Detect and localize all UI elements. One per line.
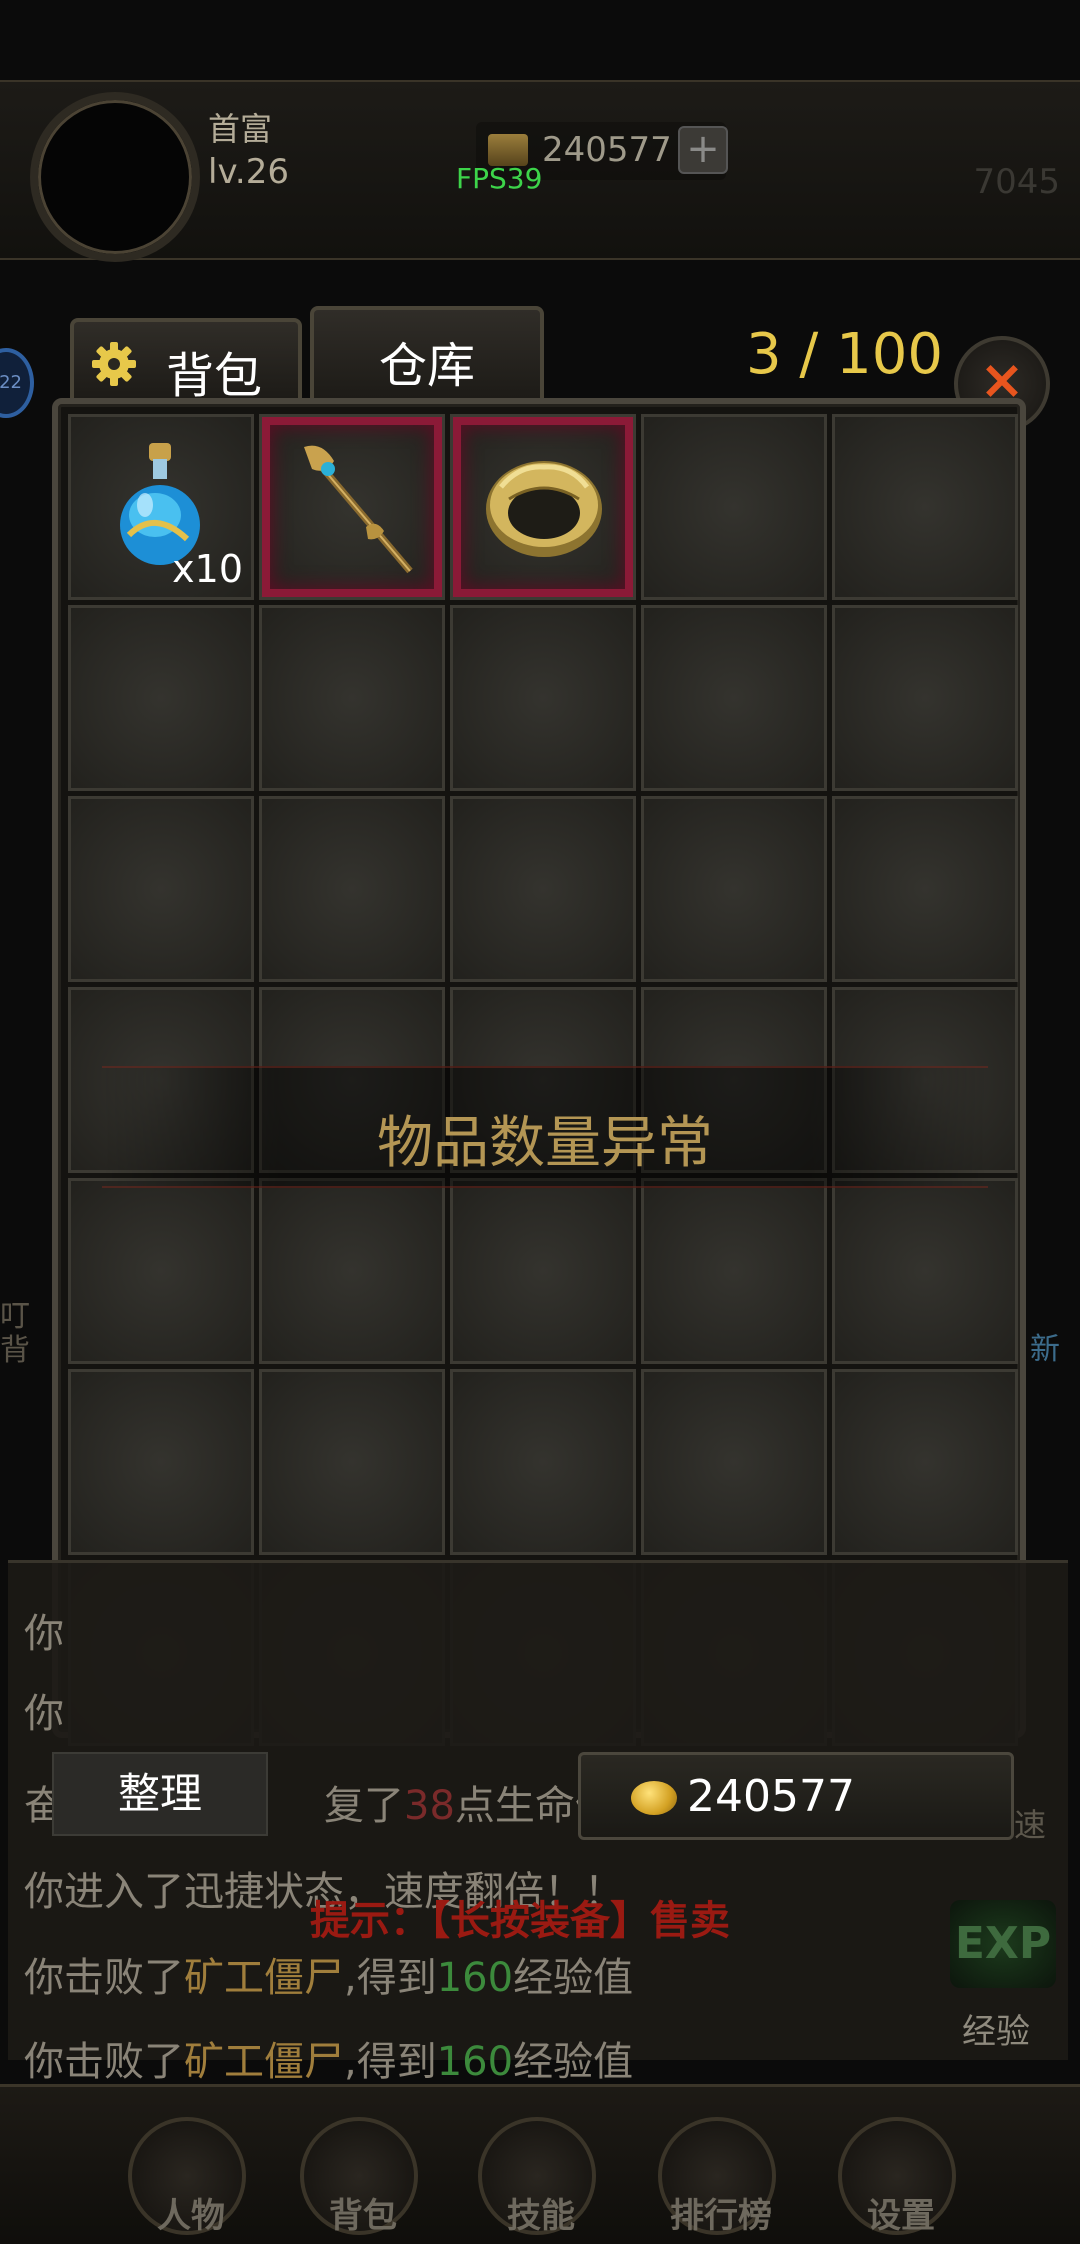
inventory-slot-empty[interactable] <box>450 796 636 982</box>
inventory-slot-empty[interactable] <box>641 414 827 600</box>
log-text: 经验值 <box>513 1955 634 2001</box>
log-line: 你 <box>24 1611 64 1657</box>
hud-gold-value: 240577 <box>542 130 672 170</box>
nav-label: 排行榜 <box>670 2196 772 2236</box>
inventory-panel: x10 物品数量异常 <box>52 398 1026 1746</box>
tab-warehouse[interactable]: 仓库 <box>310 306 544 398</box>
log-line: 你 <box>24 1691 64 1737</box>
nav-label: 设置 <box>867 2196 935 2236</box>
nav-skills[interactable]: 技能 <box>478 2117 596 2236</box>
tab-bag[interactable]: 背包 <box>70 318 302 404</box>
inventory-slot-empty[interactable] <box>832 414 1018 600</box>
capacity-counter: 3 / 100 <box>746 322 943 387</box>
inventory-slot-empty[interactable] <box>450 1369 636 1555</box>
nav-label: 人物 <box>157 2196 225 2236</box>
side-badge[interactable]: 22 <box>0 348 34 418</box>
player-title: 首富 <box>208 110 273 148</box>
inventory-slot-empty[interactable] <box>832 1369 1018 1555</box>
edge-text-right: 新 <box>1030 1332 1060 1367</box>
gear-icon <box>92 342 136 386</box>
top-hud: 首富 lv.26 240577 + FPS39 7045 <box>0 80 1080 262</box>
gold-balance: 240577 <box>578 1752 1014 1840</box>
inventory-slot-staff[interactable] <box>259 414 445 600</box>
inventory-slot-empty[interactable] <box>450 1178 636 1364</box>
sort-button[interactable]: 整理 <box>52 1752 268 1836</box>
log-text: ,得到 <box>344 2039 437 2085</box>
log-exp-value: 160 <box>436 1955 514 2001</box>
sell-tip: 提示：【长按装备】售卖 <box>310 1898 730 1944</box>
exp-label: 经验 <box>962 2012 1030 2052</box>
staff-icon <box>304 445 413 574</box>
nav-bag[interactable]: 背包 <box>300 2117 418 2236</box>
fps-counter: FPS39 <box>456 162 543 195</box>
player-level: lv.26 <box>208 152 289 192</box>
inventory-slot-potion[interactable]: x10 <box>68 414 254 600</box>
inventory-slot-empty[interactable] <box>832 796 1018 982</box>
exp-icon[interactable]: EXP <box>950 1900 1056 1988</box>
inventory-slot-ring[interactable] <box>450 414 636 600</box>
bottom-nav: 人物 背包 技能 排行榜 设置 <box>0 2084 1080 2244</box>
avatar[interactable] <box>30 92 200 262</box>
inventory-slot-empty[interactable] <box>68 1178 254 1364</box>
inventory-slot-empty[interactable] <box>832 1178 1018 1364</box>
inventory-slot-empty[interactable] <box>641 796 827 982</box>
gold-coin-icon <box>631 1781 677 1815</box>
ring-icon <box>486 461 602 557</box>
gold-balance-value: 240577 <box>687 1771 855 1822</box>
log-text: 复了 <box>324 1783 404 1829</box>
log-line: 你击败了矿工僵尸,得到160经验值 <box>24 1945 633 2003</box>
nav-ranking[interactable]: 排行榜 <box>658 2117 776 2236</box>
inventory-slot-empty[interactable] <box>68 605 254 791</box>
inventory-slot-empty[interactable] <box>641 1369 827 1555</box>
inventory-slot-empty[interactable] <box>832 605 1018 791</box>
nav-label: 背包 <box>329 2196 397 2236</box>
log-text: 你击败了 <box>24 2039 184 2085</box>
tab-bag-label: 背包 <box>166 348 263 404</box>
inventory-slot-empty[interactable] <box>259 605 445 791</box>
log-text: ,得到 <box>344 1955 437 2001</box>
inventory-slot-empty[interactable] <box>259 796 445 982</box>
inventory-slot-empty[interactable] <box>450 605 636 791</box>
edge-text-speed: 速 <box>1014 1806 1047 1844</box>
add-gold-button[interactable]: + <box>678 126 728 174</box>
nav-character[interactable]: 人物 <box>128 2117 246 2236</box>
item-quantity: x10 <box>172 547 243 591</box>
log-hp-value: 38 <box>404 1783 455 1829</box>
log-monster: 矿工僵尸 <box>184 2039 344 2085</box>
log-line: 你击败了矿工僵尸,得到160经验值 <box>24 2029 633 2087</box>
tab-warehouse-label: 仓库 <box>378 338 475 394</box>
nav-settings[interactable]: 设置 <box>838 2117 956 2236</box>
nav-label: 技能 <box>507 2196 575 2236</box>
inventory-slot-empty[interactable] <box>259 1178 445 1364</box>
edge-text-left: 叮 背 <box>0 1299 30 1368</box>
log-text: 经验值 <box>513 2039 634 2085</box>
inventory-slot-empty[interactable] <box>68 796 254 982</box>
log-exp-value: 160 <box>436 2039 514 2085</box>
log-text: 你击败了 <box>24 1955 184 2001</box>
inventory-slot-empty[interactable] <box>641 605 827 791</box>
warning-text: 物品数量异常 <box>377 1111 713 1176</box>
warning-banner: 物品数量异常 <box>102 1066 988 1188</box>
power-value: 7045 <box>973 162 1060 202</box>
inventory-slot-empty[interactable] <box>641 1178 827 1364</box>
inventory-slot-empty[interactable] <box>259 1369 445 1555</box>
log-monster: 矿工僵尸 <box>184 1955 344 2001</box>
inventory-slot-empty[interactable] <box>68 1369 254 1555</box>
